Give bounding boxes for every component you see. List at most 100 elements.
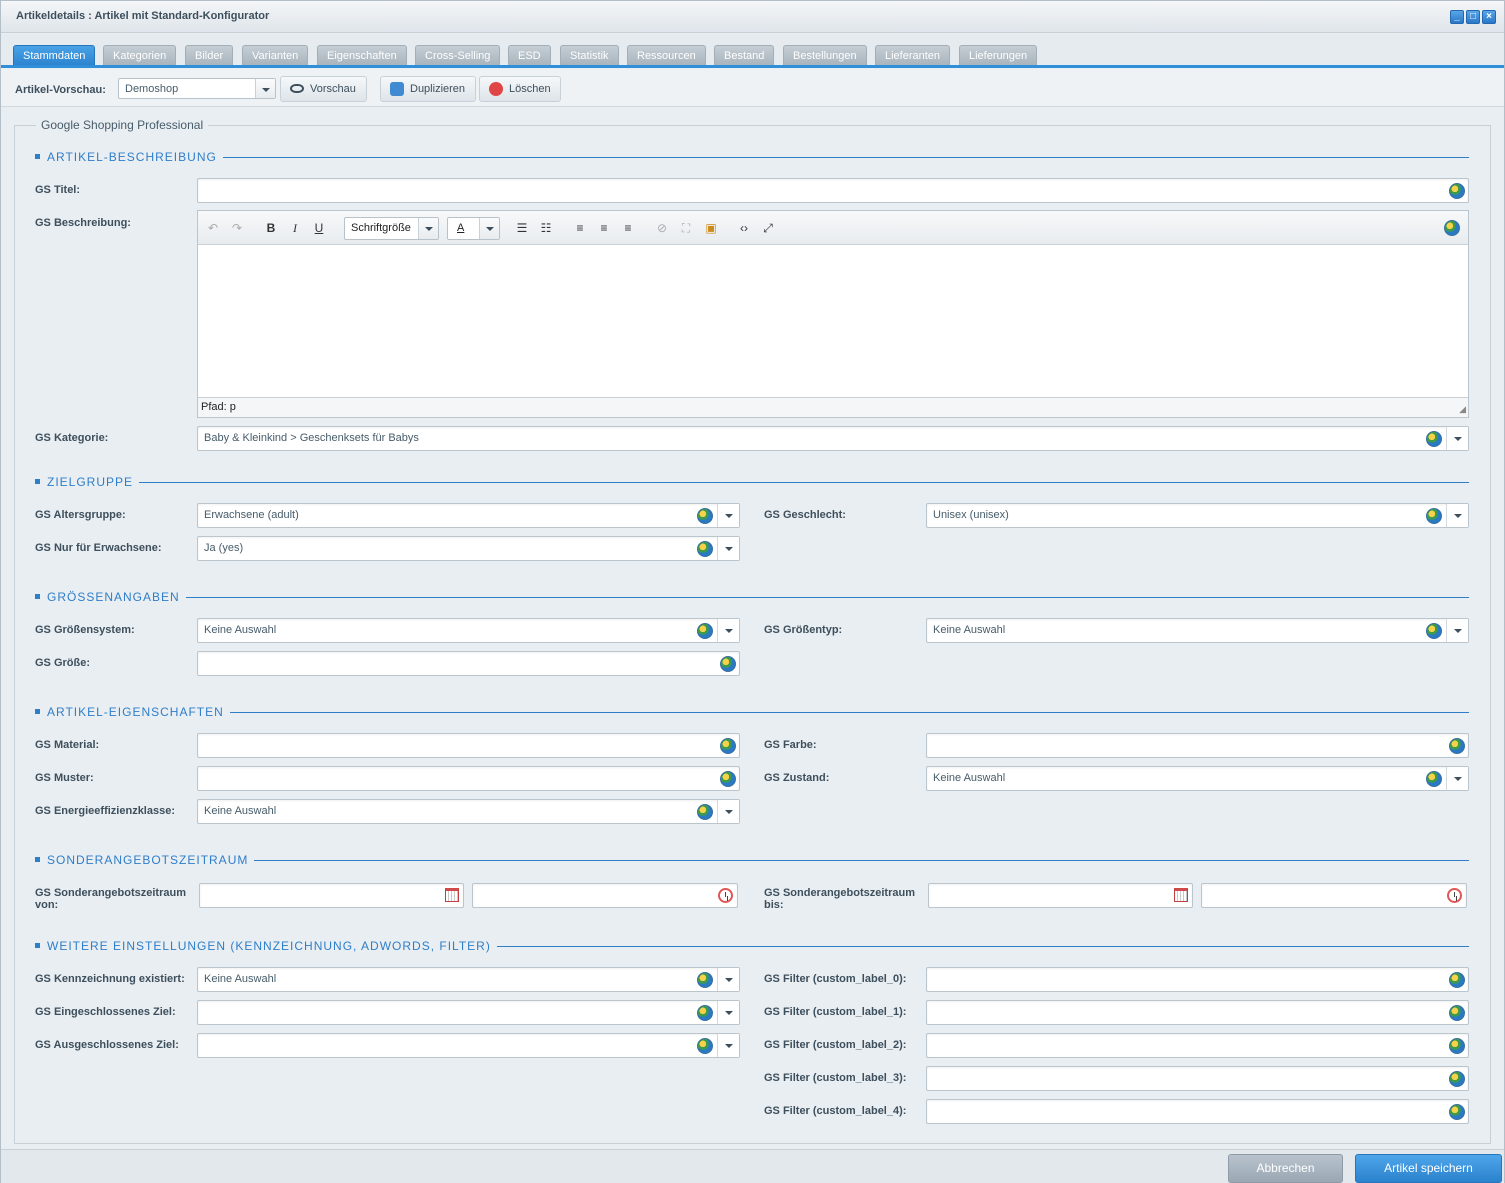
sonder-von-time-input[interactable] xyxy=(472,883,738,908)
tab-cross-selling[interactable]: Cross-Selling xyxy=(415,45,501,65)
tab-stammdaten[interactable]: Stammdaten xyxy=(13,45,96,65)
sonder-von-date-input[interactable] xyxy=(199,883,464,908)
globe-icon[interactable] xyxy=(697,972,713,988)
tab-ressourcen[interactable]: Ressourcen xyxy=(627,45,706,65)
material-input[interactable] xyxy=(197,733,740,758)
align-left-icon[interactable]: ≡ xyxy=(571,219,589,237)
altersgruppe-select[interactable]: Erwachsene (adult) xyxy=(197,503,740,528)
kategorie-select[interactable]: Baby & Kleinkind > Geschenksets für Baby… xyxy=(197,426,1469,451)
clock-icon[interactable] xyxy=(1447,888,1462,903)
bullet-list-icon[interactable]: ☰ xyxy=(513,219,531,237)
globe-icon[interactable] xyxy=(1449,183,1465,199)
shop-select[interactable]: Demoshop xyxy=(118,78,276,99)
chevron-down-icon[interactable] xyxy=(1446,427,1468,450)
unlink-icon[interactable]: ⛶ xyxy=(677,219,695,237)
filter-1-input[interactable] xyxy=(926,1000,1469,1025)
globe-icon[interactable] xyxy=(720,738,736,754)
tab-lieferanten[interactable]: Lieferanten xyxy=(875,45,951,65)
geschlecht-select[interactable]: Unisex (unisex) xyxy=(926,503,1469,528)
globe-icon[interactable] xyxy=(1449,1104,1465,1120)
globe-icon[interactable] xyxy=(1449,1005,1465,1021)
globe-icon[interactable] xyxy=(1426,431,1442,447)
tab-bestellungen[interactable]: Bestellungen xyxy=(783,45,867,65)
tab-statistik[interactable]: Statistik xyxy=(560,45,619,65)
chevron-down-icon[interactable] xyxy=(1446,619,1468,642)
vorschau-button[interactable]: Vorschau xyxy=(280,76,367,102)
filter-3-input[interactable] xyxy=(926,1066,1469,1091)
minimize-icon[interactable]: _ xyxy=(1450,10,1464,24)
chevron-down-icon[interactable] xyxy=(1446,504,1468,527)
chevron-down-icon[interactable] xyxy=(717,1001,739,1024)
globe-icon[interactable] xyxy=(1449,972,1465,988)
groessensystem-select[interactable]: Keine Auswahl xyxy=(197,618,740,643)
underline-icon[interactable]: U xyxy=(310,219,328,237)
tab-eigenschaften[interactable]: Eigenschaften xyxy=(317,45,407,65)
maximize-icon[interactable]: □ xyxy=(1466,10,1480,24)
calendar-icon[interactable] xyxy=(445,888,459,902)
fullscreen-icon[interactable]: ⤢ xyxy=(759,219,777,237)
globe-icon[interactable] xyxy=(697,541,713,557)
globe-icon[interactable] xyxy=(1444,220,1460,236)
undo-icon[interactable]: ↶ xyxy=(204,219,222,237)
align-right-icon[interactable]: ≡ xyxy=(619,219,637,237)
farbe-input[interactable] xyxy=(926,733,1469,758)
globe-icon[interactable] xyxy=(720,656,736,672)
eingeschlossen-select[interactable] xyxy=(197,1000,740,1025)
globe-icon[interactable] xyxy=(1449,1038,1465,1054)
filter-2-input[interactable] xyxy=(926,1033,1469,1058)
globe-icon[interactable] xyxy=(697,1038,713,1054)
chevron-down-icon[interactable] xyxy=(717,504,739,527)
filter-4-input[interactable] xyxy=(926,1099,1469,1124)
globe-icon[interactable] xyxy=(1426,508,1442,524)
globe-icon[interactable] xyxy=(697,623,713,639)
globe-icon[interactable] xyxy=(720,771,736,787)
sonder-bis-time-input[interactable] xyxy=(1201,883,1467,908)
globe-icon[interactable] xyxy=(1426,623,1442,639)
numbered-list-icon[interactable]: ☷ xyxy=(537,219,555,237)
kennzeichnung-select[interactable]: Keine Auswahl xyxy=(197,967,740,992)
align-center-icon[interactable]: ≡ xyxy=(595,219,613,237)
sonder-bis-date-input[interactable] xyxy=(928,883,1193,908)
globe-icon[interactable] xyxy=(1449,738,1465,754)
filter-0-input[interactable] xyxy=(926,967,1469,992)
chevron-down-icon[interactable] xyxy=(717,1034,739,1057)
ausgeschlossen-select[interactable] xyxy=(197,1033,740,1058)
chevron-down-icon[interactable] xyxy=(1446,767,1468,790)
globe-icon[interactable] xyxy=(697,804,713,820)
fontsize-select[interactable]: Schriftgröße xyxy=(344,217,439,240)
close-icon[interactable]: × xyxy=(1482,10,1496,24)
description-editor[interactable]: ↶ ↷ B I U Schriftgröße A ☰ ☷ ≡ ≡ ≡ ⊘ ⛶ ▣… xyxy=(197,210,1469,418)
groessentyp-select[interactable]: Keine Auswahl xyxy=(926,618,1469,643)
bold-icon[interactable]: B xyxy=(262,219,280,237)
globe-icon[interactable] xyxy=(1426,771,1442,787)
muster-input[interactable] xyxy=(197,766,740,791)
energie-select[interactable]: Keine Auswahl xyxy=(197,799,740,824)
duplizieren-button[interactable]: Duplizieren xyxy=(380,76,476,102)
redo-icon[interactable]: ↷ xyxy=(228,219,246,237)
tab-bilder[interactable]: Bilder xyxy=(185,45,234,65)
groesse-input[interactable] xyxy=(197,651,740,676)
cancel-button[interactable]: Abbrechen xyxy=(1228,1154,1343,1183)
tab-lieferungen[interactable]: Lieferungen xyxy=(959,45,1038,65)
titel-input[interactable] xyxy=(197,178,1469,203)
code-icon[interactable]: ‹› xyxy=(735,219,753,237)
resize-handle-icon[interactable]: ◢ xyxy=(1459,404,1466,415)
globe-icon[interactable] xyxy=(697,1005,713,1021)
tab-esd[interactable]: ESD xyxy=(508,45,551,65)
tab-bestand[interactable]: Bestand xyxy=(714,45,775,65)
tab-varianten[interactable]: Varianten xyxy=(242,45,309,65)
chevron-down-icon[interactable] xyxy=(717,619,739,642)
globe-icon[interactable] xyxy=(697,508,713,524)
loeschen-button[interactable]: Löschen xyxy=(479,76,561,102)
globe-icon[interactable] xyxy=(1449,1071,1465,1087)
link-icon[interactable]: ⊘ xyxy=(653,219,671,237)
tab-kategorien[interactable]: Kategorien xyxy=(103,45,177,65)
italic-icon[interactable]: I xyxy=(286,219,304,237)
zustand-select[interactable]: Keine Auswahl xyxy=(926,766,1469,791)
chevron-down-icon[interactable] xyxy=(717,800,739,823)
nur-erwachsene-select[interactable]: Ja (yes) xyxy=(197,536,740,561)
image-icon[interactable]: ▣ xyxy=(702,219,720,237)
fontcolor-select[interactable]: A xyxy=(447,217,500,240)
chevron-down-icon[interactable] xyxy=(717,968,739,991)
calendar-icon[interactable] xyxy=(1174,888,1188,902)
